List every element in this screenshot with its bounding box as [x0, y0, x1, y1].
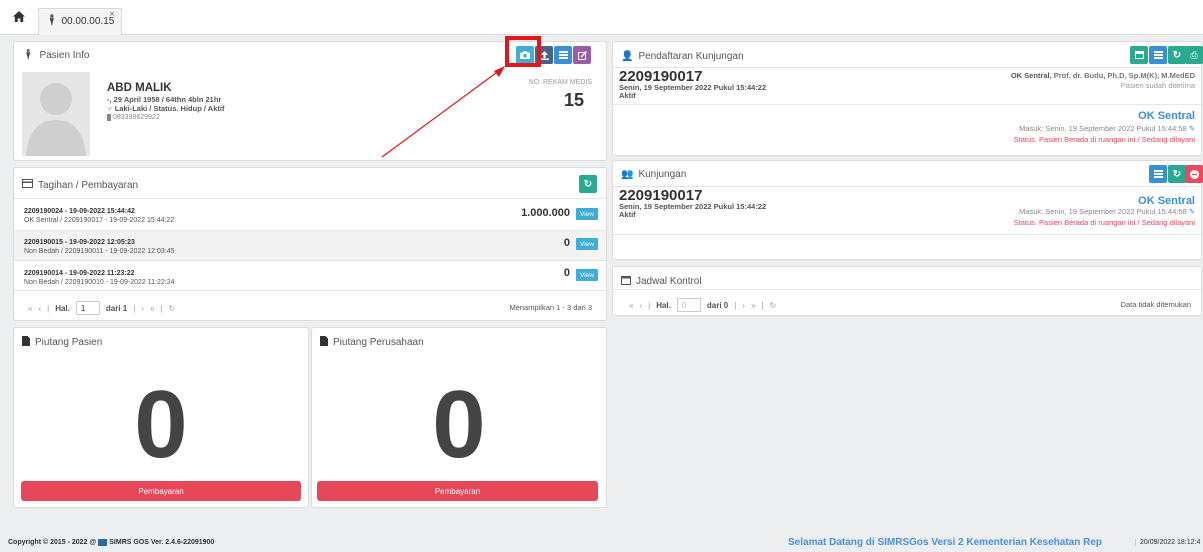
- patient-phone: 083398629922: [107, 114, 160, 121]
- patient-gender-status: ♂ Laki-Laki / Status. Hidup / Aktif: [107, 104, 225, 113]
- tagihan-panel: Tagihan / Pembayaran ↻ 2209190024 - 19-0…: [13, 167, 607, 321]
- kunjungan-masuk: Masuk: Senin, 19 September 2022 Pukul 15…: [1019, 207, 1195, 216]
- first-page-icon[interactable]: «: [629, 301, 633, 310]
- pendaftaran-ruangan: OK Sentral: [1138, 110, 1195, 122]
- welcome-text: Selamat Datang di SIMRSGos Versi 2 Kemen…: [788, 537, 1102, 548]
- rm-value: 15: [563, 90, 584, 110]
- list-button[interactable]: [554, 46, 572, 64]
- document-icon: [320, 336, 328, 349]
- pasien-info-header: 🕴 Pasien Info: [22, 50, 90, 61]
- avatar: [22, 72, 90, 156]
- users-icon: 👥: [621, 169, 634, 180]
- last-page-icon[interactable]: »: [150, 304, 154, 313]
- pembayaran-button[interactable]: Pembayaran: [21, 481, 301, 501]
- last-page-icon[interactable]: »: [751, 301, 755, 310]
- history-button[interactable]: ↻: [1168, 46, 1186, 64]
- pagination: «‹ | Hal. 1 dari 1 | ›» | ↻: [28, 301, 175, 315]
- prev-page-icon[interactable]: ‹: [38, 304, 41, 313]
- pendaftaran-status-text: Status. Pasien Berada di ruangan ini / S…: [1013, 135, 1195, 144]
- footer: Copyright © 2015 - 2022 @ SIMRS GOS Ver.…: [0, 536, 1203, 552]
- piutang-perusahaan-value: 0: [432, 371, 486, 478]
- piutang-perusahaan-panel: Piutang Perusahaan 0 Pembayaran: [311, 327, 607, 508]
- edit-button[interactable]: [573, 46, 591, 64]
- next-page-icon[interactable]: ›: [742, 301, 745, 310]
- view-button[interactable]: View: [576, 238, 598, 250]
- top-tab-bar: [0, 0, 1203, 35]
- datetime: 20/09/2022 18:12:4: [1135, 539, 1203, 546]
- tab-patient[interactable]: 🕴 00.00.00.15 ×: [38, 8, 122, 35]
- next-page-icon[interactable]: ›: [141, 304, 144, 313]
- pembayaran-button[interactable]: Pembayaran: [317, 481, 598, 501]
- annotation-arrow: [381, 66, 505, 158]
- prev-page-icon[interactable]: ‹: [639, 301, 642, 310]
- pendaftaran-header: 👤 Pendaftaran Kunjungan: [621, 51, 744, 62]
- view-button[interactable]: View: [576, 208, 598, 220]
- piutang-perusahaan-header: Piutang Perusahaan: [320, 336, 424, 349]
- empty-message: Data tidak ditemukan: [1120, 300, 1191, 309]
- divider: [613, 289, 1201, 290]
- pendaftaran-date: Senin, 19 September 2022 Pukul 15:44:22: [619, 83, 767, 92]
- phone-icon: [107, 114, 111, 121]
- kunjungan-status: Aktif: [619, 210, 636, 219]
- table-row[interactable]: 2209190024 - 19-09-2022 15:44:42 OK Sent…: [14, 199, 606, 230]
- pagination: «‹ | Hal. 0 dari 0 | ›» | ↻: [629, 298, 776, 312]
- table-row[interactable]: 2209190015 - 19-09-2022 12:05:23 Non Bed…: [14, 230, 606, 260]
- tab-close-icon[interactable]: ×: [109, 9, 115, 20]
- print-button[interactable]: ⎙: [1185, 46, 1203, 64]
- piutang-pasien-panel: Piutang Pasien 0 Pembayaran: [13, 327, 309, 508]
- tab-label: 00.00.00.15: [61, 16, 115, 27]
- view-button[interactable]: View: [576, 269, 598, 281]
- kunjungan-panel: 👥 Kunjungan ↻ 2209190017 Senin, 19 Septem…: [612, 160, 1203, 260]
- pendaftaran-masuk: Masuk: Senin, 19 September 2022 Pukul 15…: [1019, 124, 1195, 133]
- simrs-logo-icon: [98, 539, 108, 546]
- divider: [613, 104, 1201, 105]
- pendaftaran-diterima: Pasien sudah diterima: [1120, 81, 1195, 90]
- hal-label: Hal.: [656, 300, 671, 310]
- kunjungan-date: Senin, 19 September 2022 Pukul 15:44:22: [619, 202, 767, 211]
- document-icon: [22, 336, 30, 349]
- jadwal-kontrol-panel: Jadwal Kontrol «‹ | Hal. 0 dari 0 | ›» | ↻ …: [612, 266, 1202, 316]
- piutang-pasien-header: Piutang Pasien: [22, 336, 102, 349]
- patient-dob: -, 29 April 1958 / 64thn 4bln 21hr: [107, 95, 222, 104]
- patient-name: ABD MALIK: [107, 82, 172, 94]
- pagination-info: Menampilkan 1 - 3 dari 3: [509, 303, 592, 312]
- calendar-icon: [621, 275, 631, 288]
- list-button[interactable]: [1149, 165, 1167, 183]
- kunjungan-ruangan: OK Sentral: [1138, 195, 1195, 207]
- edit-icon[interactable]: ✎: [1189, 207, 1195, 216]
- person-icon: 🕴: [22, 50, 35, 61]
- refresh-icon[interactable]: ↻: [169, 304, 176, 313]
- piutang-pasien-value: 0: [134, 371, 188, 478]
- home-icon[interactable]: [12, 10, 26, 26]
- edit-icon[interactable]: ✎: [1189, 124, 1195, 133]
- pendaftaran-status: Aktif: [619, 91, 636, 100]
- copyright: Copyright © 2015 - 2022 @ SIMRS GOS Ver.…: [8, 539, 215, 546]
- detail-button[interactable]: [1130, 46, 1148, 64]
- annotation-highlight-box: [505, 36, 541, 67]
- person-icon: 🕴: [45, 15, 59, 27]
- cancel-button[interactable]: [1185, 165, 1203, 183]
- refresh-icon[interactable]: ↻: [770, 301, 777, 310]
- page-input[interactable]: 1: [75, 301, 100, 315]
- jadwal-header: Jadwal Kontrol: [621, 275, 702, 288]
- first-page-icon[interactable]: «: [28, 304, 32, 313]
- kunjungan-status-text: Status. Pasien Berada di ruangan ini / S…: [1013, 218, 1195, 227]
- dari-label: dari 0: [706, 300, 729, 310]
- add-user-icon: 👤: [621, 51, 634, 62]
- page-input[interactable]: 0: [676, 298, 701, 312]
- rm-label: NO. REKAM MEDIS: [528, 79, 592, 86]
- history-button[interactable]: ↻: [579, 175, 597, 193]
- list-button[interactable]: [1149, 46, 1167, 64]
- tagihan-header: Tagihan / Pembayaran: [22, 179, 138, 191]
- pendaftaran-panel: 👤 Pendaftaran Kunjungan ↻ ⎙ 2209190017 Se…: [612, 41, 1203, 156]
- divider: [14, 290, 606, 291]
- table-row[interactable]: 2209190014 - 19-09-2022 11:23:22 Non Bed…: [14, 260, 606, 290]
- credit-card-icon: [22, 179, 33, 191]
- kunjungan-header: 👥 Kunjungan: [621, 169, 687, 180]
- dari-label: dari 1: [105, 303, 128, 313]
- pendaftaran-doctor: OK Sentral, Prof. dr. Budu, Ph.D, Sp.M(K…: [1010, 71, 1195, 80]
- divider: [613, 234, 1201, 235]
- history-button[interactable]: ↻: [1168, 165, 1186, 183]
- hal-label: Hal.: [55, 303, 70, 313]
